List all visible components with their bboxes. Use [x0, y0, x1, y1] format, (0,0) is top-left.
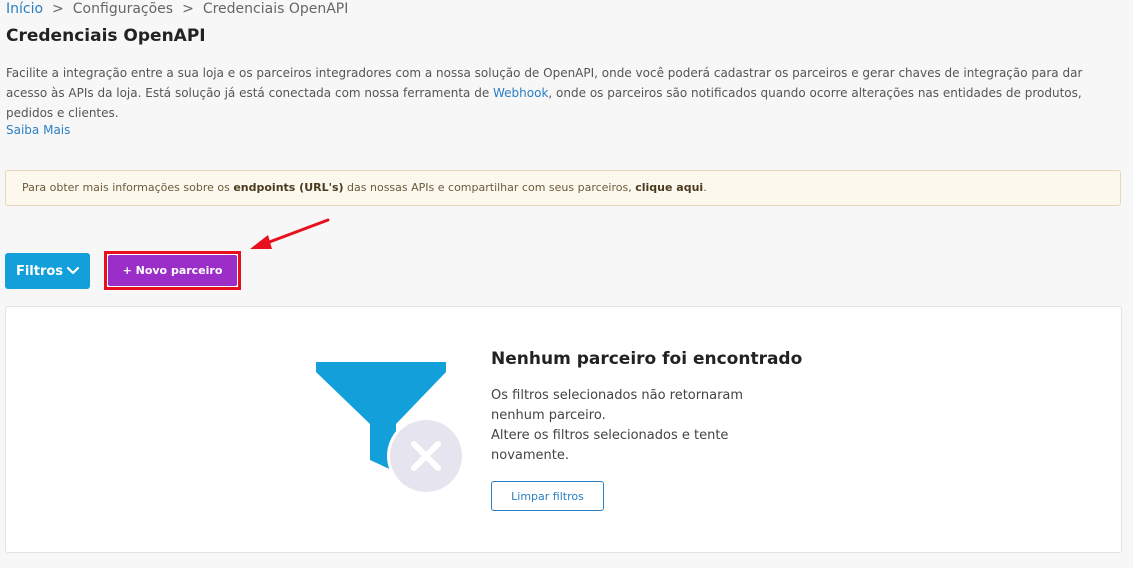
breadcrumb-settings[interactable]: Configurações — [73, 1, 173, 17]
empty-state-title: Nenhum parceiro foi encontrado — [491, 349, 803, 369]
clear-filters-button[interactable]: Limpar filtros — [491, 481, 604, 511]
empty-state-line-2: Altere os filtros selecionados e tente n… — [491, 428, 729, 463]
webhook-link[interactable]: Webhook — [493, 86, 548, 100]
alert-text: Para obter mais informações sobre os — [22, 181, 234, 194]
alert-endpoints: endpoints (URL's) — [233, 181, 344, 194]
info-alert: Para obter mais informações sobre os end… — [5, 170, 1121, 206]
empty-state-message: Os filtros selecionados não retornaram n… — [491, 386, 791, 466]
alert-click-here-link[interactable]: clique aqui — [635, 181, 703, 194]
breadcrumb-separator: > — [52, 1, 64, 17]
empty-state-line-1: Os filtros selecionados não retornaram n… — [491, 388, 744, 423]
new-partner-button[interactable]: + Novo parceiro — [108, 255, 237, 286]
breadcrumb-home-link[interactable]: Início — [6, 1, 43, 17]
alert-text-3: . — [703, 181, 707, 194]
chevron-down-icon — [67, 267, 80, 275]
pointer-arrow-icon — [250, 218, 330, 249]
filters-label: Filtros — [15, 263, 64, 279]
breadcrumb: Início > Configurações > Credenciais OpenAPI — [6, 1, 348, 17]
breadcrumb-separator: > — [182, 1, 194, 17]
page-title: Credenciais OpenAPI — [6, 26, 206, 46]
learn-more-link[interactable]: Saiba Mais — [6, 123, 70, 137]
filters-button[interactable]: Filtros — [5, 253, 90, 289]
funnel-x-icon — [316, 362, 465, 495]
alert-text-2: das nossas APIs e compartilhar com seus … — [343, 181, 636, 194]
breadcrumb-current: Credenciais OpenAPI — [202, 1, 349, 17]
page-description: Facilite a integração entre a sua loja e… — [6, 63, 1118, 123]
